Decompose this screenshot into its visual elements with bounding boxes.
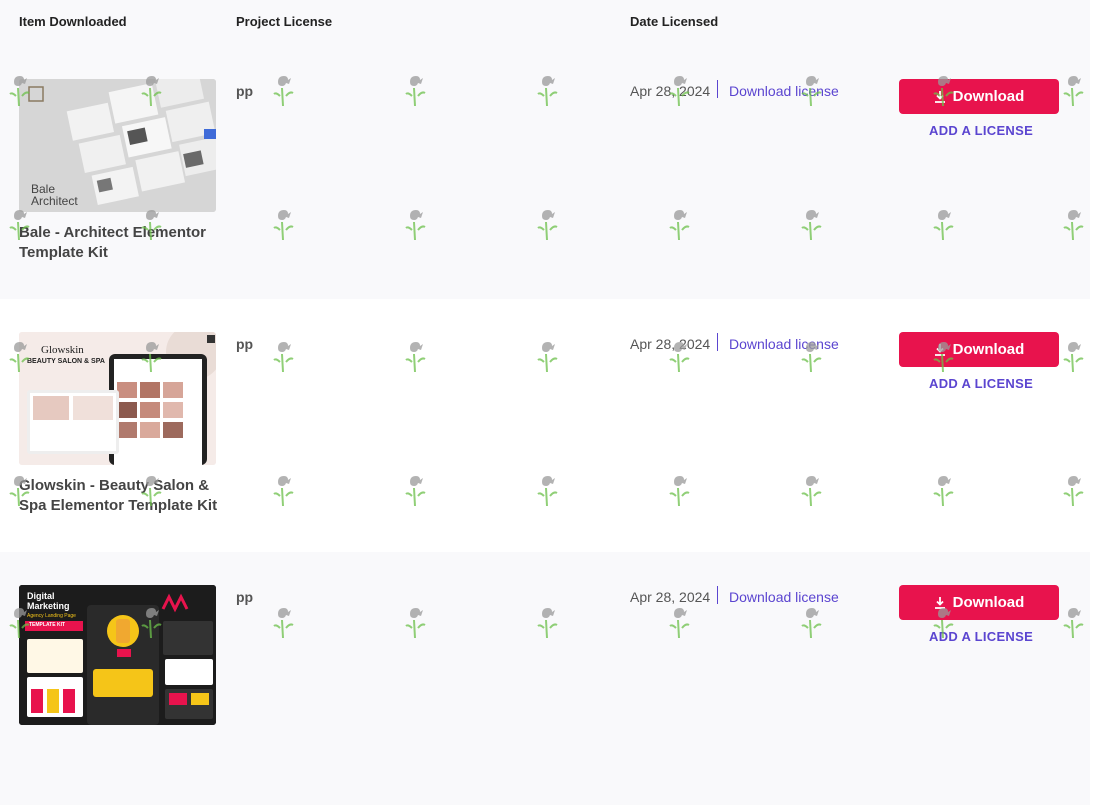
header-date-licensed: Date Licensed	[630, 14, 719, 29]
watering-can-icon	[668, 606, 690, 640]
item-thumbnail[interactable]: Digital Marketing Agency Landing Page TE…	[19, 585, 216, 725]
watering-can-icon	[140, 340, 162, 374]
thumbnail-caption: Glowskin	[41, 344, 84, 356]
watering-can-icon	[272, 74, 294, 108]
watering-can-icon	[404, 606, 426, 640]
watering-can-icon	[140, 208, 162, 242]
table-row: Glowskin BEAUTY SALON & SPA Glowskin - B…	[0, 299, 1090, 552]
download-license-link[interactable]: Download license	[729, 589, 839, 605]
divider	[717, 80, 718, 98]
watering-can-icon	[8, 340, 30, 374]
watering-can-icon	[800, 208, 822, 242]
watering-can-icon	[404, 208, 426, 242]
download-button-label: Download	[952, 88, 1025, 105]
watering-can-icon	[272, 340, 294, 374]
thumbnail-subcaption: BEAUTY SALON & SPA	[27, 358, 105, 365]
watering-can-icon	[668, 474, 690, 508]
watering-can-icon	[800, 74, 822, 108]
watering-can-icon	[932, 208, 954, 242]
thumbnail-caption: Bale Architect	[31, 182, 78, 208]
watering-can-icon	[404, 474, 426, 508]
watering-can-icon	[1062, 606, 1084, 640]
watering-can-icon	[536, 340, 558, 374]
watering-can-icon	[8, 474, 30, 508]
project-license-value: pp	[236, 336, 254, 352]
watering-can-icon	[536, 74, 558, 108]
item-title[interactable]: Bale - Architect Elementor Template Kit	[19, 223, 224, 263]
download-button-label: Download	[952, 594, 1025, 611]
header-project-license: Project License	[236, 14, 333, 29]
watering-can-icon	[140, 606, 162, 640]
thumbnail-caption: Digital Marketing	[27, 591, 70, 611]
watering-can-icon	[140, 474, 162, 508]
download-button[interactable]: Download	[899, 585, 1059, 620]
watering-can-icon	[272, 606, 294, 640]
download-license-link[interactable]: Download license	[729, 83, 839, 99]
watering-can-icon	[536, 474, 558, 508]
watering-can-icon	[668, 340, 690, 374]
project-license-value: pp	[236, 589, 254, 605]
watering-can-icon	[932, 340, 954, 374]
watering-can-icon	[668, 208, 690, 242]
watering-can-icon	[668, 74, 690, 108]
download-button-label: Download	[952, 341, 1025, 358]
divider	[717, 333, 718, 351]
project-license-value: pp	[236, 83, 254, 99]
item-thumbnail[interactable]: Glowskin BEAUTY SALON & SPA	[19, 332, 216, 465]
divider	[717, 586, 718, 604]
table-header: Item Downloaded Project License Date Lic…	[0, 0, 1090, 46]
watering-can-icon	[1062, 474, 1084, 508]
header-item-downloaded: Item Downloaded	[19, 14, 127, 29]
download-license-link[interactable]: Download license	[729, 336, 839, 352]
watering-can-icon	[8, 606, 30, 640]
thumbnail-badge: TEMPLATE KIT	[29, 622, 66, 628]
download-button[interactable]: Download	[899, 332, 1059, 367]
download-button[interactable]: Download	[899, 79, 1059, 114]
watering-can-icon	[8, 74, 30, 108]
add-license-link[interactable]: ADD A LICENSE	[929, 376, 1033, 391]
watering-can-icon	[1062, 208, 1084, 242]
watering-can-icon	[140, 74, 162, 108]
item-title[interactable]: Glowskin - Beauty Salon & Spa Elementor …	[19, 476, 224, 516]
watering-can-icon	[932, 474, 954, 508]
date-licensed-value: Apr 28, 2024	[630, 589, 711, 605]
watering-can-icon	[272, 474, 294, 508]
thumbnail-subcaption: Agency Landing Page	[27, 613, 76, 619]
watering-can-icon	[536, 208, 558, 242]
watering-can-icon	[800, 606, 822, 640]
watering-can-icon	[404, 74, 426, 108]
watering-can-icon	[272, 208, 294, 242]
watering-can-icon	[1062, 74, 1084, 108]
watering-can-icon	[932, 74, 954, 108]
watering-can-icon	[8, 208, 30, 242]
item-thumbnail[interactable]: Bale Architect	[19, 79, 216, 212]
watering-can-icon	[404, 340, 426, 374]
watering-can-icon	[932, 606, 954, 640]
watering-can-icon	[800, 474, 822, 508]
watering-can-icon	[1062, 340, 1084, 374]
watering-can-icon	[800, 340, 822, 374]
watering-can-icon	[536, 606, 558, 640]
add-license-link[interactable]: ADD A LICENSE	[929, 123, 1033, 138]
table-row: Digital Marketing Agency Landing Page TE…	[0, 552, 1090, 805]
